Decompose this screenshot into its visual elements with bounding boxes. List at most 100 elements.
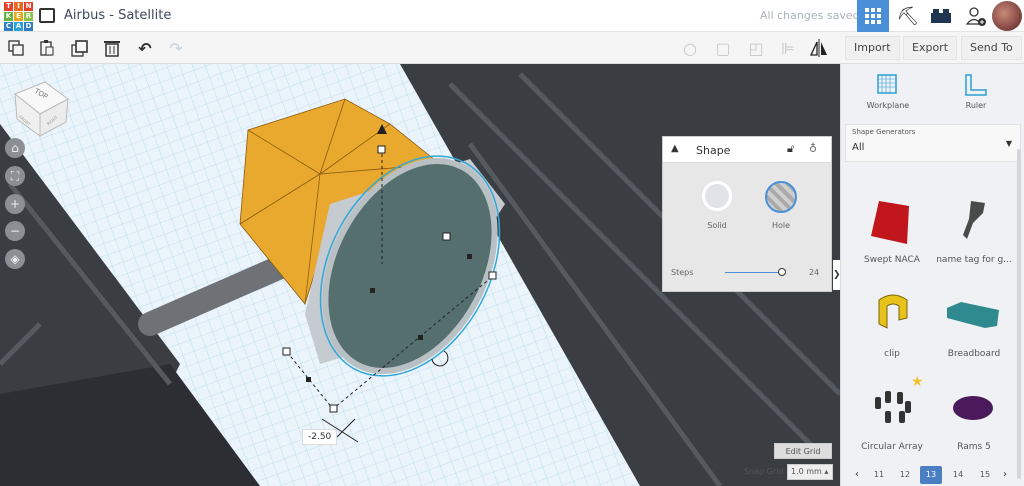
- group-button[interactable]: ▢: [713, 38, 733, 58]
- swept-naca-thumb[interactable]: [869, 196, 919, 246]
- dimension-input[interactable]: -2.50: [302, 429, 338, 445]
- snap-grid-value: 1.0 mm: [791, 467, 822, 476]
- import-button[interactable]: Import: [845, 36, 900, 60]
- ruler-button[interactable]: [965, 74, 987, 100]
- shape-label[interactable]: Swept NACA: [847, 255, 937, 265]
- ungroup-icon: ◰: [748, 38, 764, 58]
- name-tag-thumb[interactable]: [959, 199, 989, 244]
- breadboard-thumb[interactable]: [945, 300, 1001, 330]
- page-15[interactable]: 15: [974, 466, 996, 484]
- logo-letter: A: [14, 22, 23, 31]
- toolbar: ↶ ↷ ○ ▢ ◰ ⊫ Import Export Send To: [0, 32, 1024, 64]
- hole-button[interactable]: [765, 181, 797, 213]
- ruler-icon: [965, 74, 987, 96]
- steps-slider[interactable]: [725, 272, 785, 273]
- invite-user-button[interactable]: [960, 0, 992, 32]
- page-11[interactable]: 11: [868, 466, 890, 484]
- logo-letter: D: [24, 22, 33, 31]
- logo-letter: N: [24, 2, 33, 11]
- edit-grid-button[interactable]: Edit Grid: [774, 443, 832, 459]
- paste-icon: [40, 40, 54, 56]
- shape-label[interactable]: Circular Array: [847, 442, 937, 452]
- top-bar: T I N K E R C A D Airbus - Satellite All…: [0, 0, 1024, 32]
- logo-letter: I: [14, 2, 23, 11]
- solid-button[interactable]: [702, 181, 732, 211]
- shape-label[interactable]: Breadboard: [929, 349, 1019, 359]
- perspective-button[interactable]: ◈: [5, 249, 25, 269]
- minus-icon: −: [9, 224, 21, 238]
- plus-icon: +: [9, 197, 21, 211]
- lock-icon[interactable]: 🔓︎: [787, 142, 794, 156]
- add-user-icon: [966, 7, 986, 26]
- fit-icon: ⛶: [10, 169, 20, 183]
- align-icon: ⊫: [781, 38, 795, 58]
- copy-button[interactable]: [6, 38, 26, 58]
- circular-array-thumb[interactable]: [873, 389, 915, 425]
- logo-letter: T: [4, 2, 13, 11]
- send-to-button[interactable]: Send To: [961, 36, 1022, 60]
- panel-toggle[interactable]: ❯: [833, 260, 840, 290]
- steps-label: Steps: [671, 268, 694, 277]
- 3d-view-button[interactable]: [857, 0, 889, 32]
- export-button[interactable]: Export: [903, 36, 958, 60]
- snap-grid-select[interactable]: 1.0 mm ▴: [787, 464, 833, 480]
- group-icon: ▢: [715, 38, 731, 58]
- zoom-in-button[interactable]: +: [5, 194, 25, 214]
- page-14[interactable]: 14: [947, 466, 969, 484]
- show-all-button[interactable]: ○: [680, 38, 700, 58]
- page-12[interactable]: 12: [894, 466, 916, 484]
- save-status: All changes saved: [760, 9, 860, 22]
- prev-page-button[interactable]: ‹: [855, 466, 859, 484]
- ruler-label: Ruler: [965, 101, 987, 110]
- brick-icon: [931, 9, 951, 23]
- tinkercad-logo[interactable]: T I N K E R C A D: [4, 2, 33, 31]
- blocks-view-button[interactable]: ⛏: [892, 0, 924, 32]
- delete-button[interactable]: [102, 38, 122, 58]
- paste-button[interactable]: [37, 38, 57, 58]
- collapse-icon[interactable]: ▲: [671, 143, 679, 154]
- next-page-button[interactable]: ›: [1003, 466, 1007, 484]
- duplicate-icon: [71, 40, 88, 57]
- dropdown-label: Shape Generators: [852, 128, 916, 136]
- design-title[interactable]: Airbus - Satellite: [64, 8, 171, 23]
- logo-letter: E: [14, 12, 23, 21]
- shape-generators-dropdown[interactable]: Shape Generators All ▼: [845, 124, 1021, 162]
- clip-thumb[interactable]: [873, 294, 915, 334]
- 3d-viewport[interactable]: TOP FRONT RIGHT ⌂ ⛶ + − ◈ -2.50 ▲ Shape …: [0, 64, 840, 486]
- rams-thumb[interactable]: [951, 394, 995, 422]
- grid-icon: [865, 8, 881, 24]
- shape-label[interactable]: Rams 5: [929, 442, 1019, 452]
- home-icon: ⌂: [11, 141, 19, 155]
- undo-button[interactable]: ↶: [135, 38, 155, 58]
- steps-slider-thumb[interactable]: [778, 268, 786, 276]
- logo-letter: C: [4, 22, 13, 31]
- panel-scrollbar[interactable]: [1017, 149, 1021, 479]
- fit-view-button[interactable]: ⛶: [5, 166, 25, 186]
- shape-label[interactable]: clip: [847, 349, 937, 359]
- trash-icon: [104, 41, 120, 57]
- solid-label: Solid: [707, 221, 727, 230]
- lightbulb-icon[interactable]: ♁: [809, 142, 817, 155]
- ungroup-button[interactable]: ◰: [746, 38, 766, 58]
- shapes-panel: Workplane Ruler Shape Generators All ▼ ★…: [840, 64, 1024, 486]
- logo-letter: K: [4, 12, 13, 21]
- workplane-button[interactable]: [877, 74, 897, 98]
- duplicate-button[interactable]: [70, 38, 90, 58]
- design-list-icon[interactable]: [39, 8, 55, 23]
- lightbulb-icon: ○: [683, 38, 697, 58]
- copy-icon: [8, 40, 24, 56]
- zoom-out-button[interactable]: −: [5, 221, 25, 241]
- snap-grid-label: Snap Grid: [744, 467, 784, 476]
- pickaxe-icon: ⛏: [896, 5, 920, 27]
- star-icon: ★: [911, 374, 924, 390]
- user-avatar[interactable]: [992, 1, 1022, 31]
- home-view-button[interactable]: ⌂: [5, 138, 25, 158]
- mirror-button[interactable]: [809, 38, 829, 58]
- page-13-current[interactable]: 13: [920, 466, 942, 484]
- align-button[interactable]: ⊫: [778, 38, 798, 58]
- bricks-view-button[interactable]: [925, 0, 957, 32]
- chevron-down-icon: ▼: [1005, 139, 1012, 148]
- shape-label[interactable]: name tag for g...: [929, 255, 1019, 265]
- redo-button[interactable]: ↷: [166, 38, 186, 58]
- workplane-icon: [877, 74, 897, 94]
